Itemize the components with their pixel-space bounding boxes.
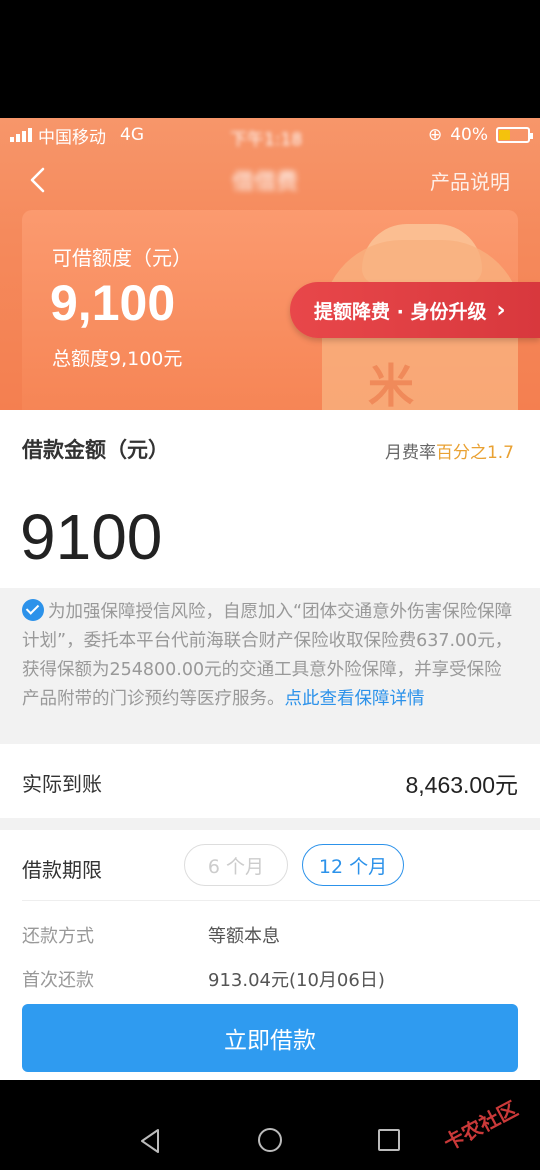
product-info-link[interactable]: 产品说明 [430,166,510,195]
checkbox-checked-icon[interactable] [22,599,44,621]
bag-mark: 米 [368,359,414,410]
nav-home-icon[interactable] [258,1128,282,1152]
borrow-now-button[interactable]: 立即借款 [22,1004,518,1072]
term-option-6-months[interactable]: 6 个月 [184,844,288,886]
signal-icon [10,128,32,142]
monthly-rate: 月费率百分之1.7 [385,438,514,463]
top-black-area [0,0,540,118]
loan-amount-input[interactable]: 9100 [20,500,162,574]
battery-icon [496,127,533,143]
actual-arrival-row: 实际到账 8,463.00元 [0,744,540,818]
repay-method-value: 等额本息 [208,926,280,947]
rate-value: 百分之1.7 [435,443,514,463]
status-bar: 中国移动 4G 下午1:18 ⊕ 40% [0,118,540,152]
upgrade-label: 提额降费 · 身份升级 [314,300,487,323]
insurance-text: 为加强保障授信风险，自愿加入“团体交通意外伤害保险保障计划”，委托本平台代前海联… [22,602,513,709]
watermark-logo: 卡农社区 [439,1096,522,1156]
nav-bar: 借借费 产品说明 [0,152,540,208]
section-gap [0,818,540,830]
first-repay-label: 首次还款 [22,970,94,991]
first-repay-value: 913.04元(10月06日) [208,970,385,991]
network-type: 4G [120,125,144,145]
insurance-details-link[interactable]: 点此查看保障详情 [285,689,425,709]
total-limit-text: 总额度9,100元 [52,348,183,370]
actual-arrival-value: 8,463.00元 [405,772,518,798]
insurance-notice: 为加强保障授信风险，自愿加入“团体交通意外伤害保险保障计划”，委托本平台代前海联… [0,588,540,744]
back-icon[interactable] [26,166,50,194]
hero-header: 中国移动 4G 下午1:18 ⊕ 40% 借借费 产品说明 米 可借额度（元） … [0,118,540,410]
loan-term-label: 借款期限 [22,858,102,882]
available-limit-label: 可借额度（元） [52,246,192,270]
status-time: 下午1:18 [230,130,303,150]
nav-back-icon[interactable] [138,1128,162,1154]
rotation-lock-icon: ⊕ [427,125,443,145]
rate-label: 月费率 [384,443,436,463]
available-limit-amount: 9,100 [50,275,176,331]
term-option-12-months[interactable]: 12 个月 [302,844,404,886]
loan-amount-heading: 借款金额（元） [22,438,169,462]
page-title: 借借费 [232,170,299,195]
system-nav-bar: 卡农社区 [0,1080,540,1170]
upgrade-button[interactable]: 提额降费 · 身份升级 › [290,282,540,338]
loan-form: 借款金额（元） 月费率百分之1.7 9100 为加强保障授信风险，自愿加入“团体… [0,410,540,1080]
battery-level [499,130,511,140]
chevron-right-icon: › [496,297,506,323]
battery-percent: 40% [450,125,488,145]
repay-method-label: 还款方式 [22,926,94,947]
divider [22,900,540,901]
actual-arrival-label: 实际到账 [22,772,102,796]
nav-recent-apps-icon[interactable] [378,1129,400,1151]
carrier-name: 中国移动 [38,127,106,148]
